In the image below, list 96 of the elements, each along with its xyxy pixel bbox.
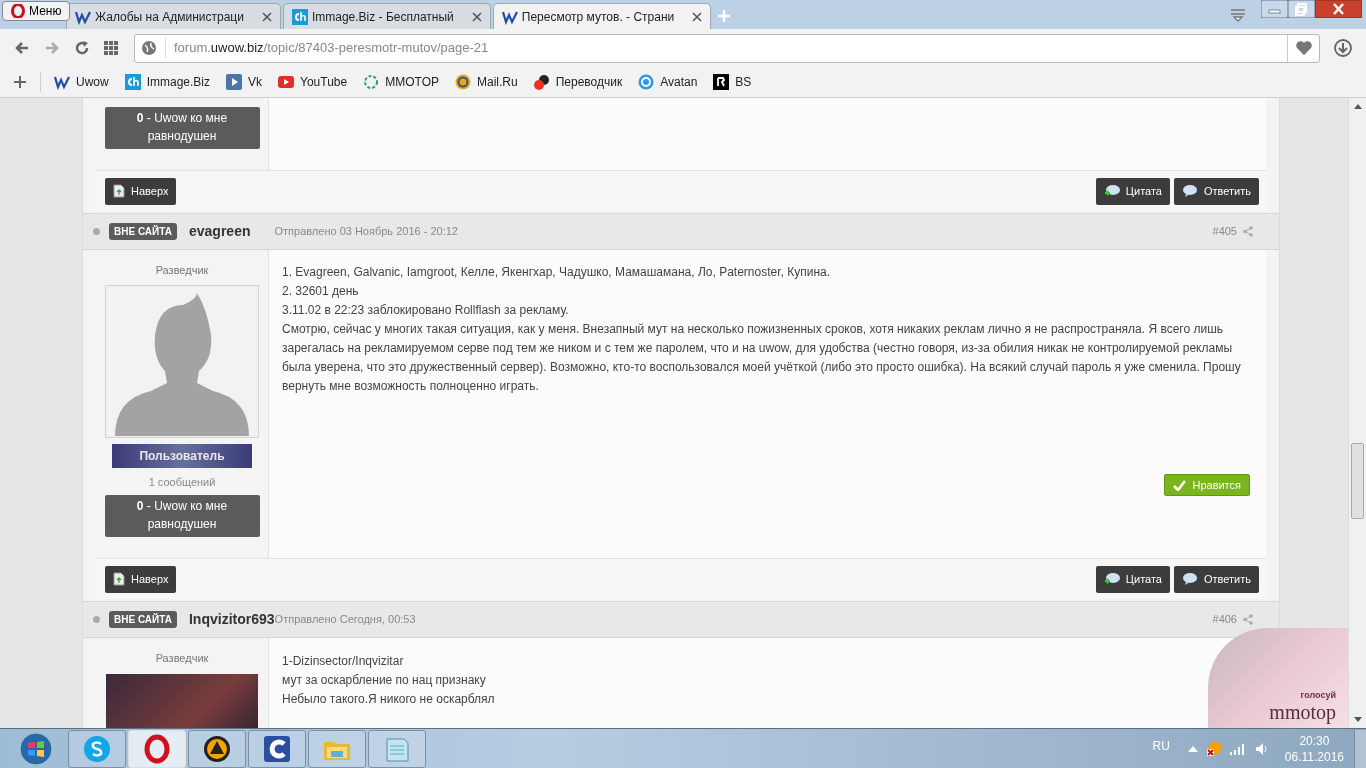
bookmark-link[interactable]: Immage.Biz (124, 73, 211, 91)
youtube-icon (278, 74, 295, 90)
speech-bubble-icon (1103, 572, 1120, 586)
browser-tab[interactable]: Пересмотр мутов. - Страни (492, 3, 712, 29)
bookmark-link[interactable]: Uwow (54, 73, 109, 91)
globe-icon (141, 40, 157, 56)
menu-button[interactable]: Меню (2, 1, 71, 21)
back-to-top-button[interactable]: Наверх (105, 565, 177, 593)
post-text: 1-Dizinsector/Inqvizitar (282, 653, 405, 670)
forward-icon[interactable] (44, 40, 60, 56)
scroll-up-icon[interactable] (1354, 104, 1362, 109)
show-desktop-button[interactable] (1354, 729, 1366, 768)
plus-icon[interactable] (14, 76, 26, 88)
signal-bars-icon[interactable] (1229, 742, 1246, 755)
square-icon (713, 74, 730, 90)
o-logo-icon (11, 4, 25, 18)
document-icon (113, 572, 125, 586)
start-orb-icon[interactable] (18, 730, 54, 767)
s-logo-icon (82, 733, 112, 764)
back-to-top-button[interactable]: Наверх (105, 177, 177, 205)
bookmark-link[interactable]: MMOTOP (363, 73, 439, 91)
bookmark-link[interactable]: Vk (226, 73, 263, 91)
reputation-badge: 0 - Uwow ко мне равнодушен (104, 107, 260, 149)
user-rank: Разведчик (155, 263, 209, 278)
status-badge: ВНЕ САЙТА (109, 611, 177, 628)
close-icon[interactable] (692, 11, 703, 22)
clock-date: 06.11.2016 (1284, 748, 1344, 765)
status-dot-icon (93, 228, 100, 235)
post-text: мут за оскарбление по нац признаку (282, 672, 487, 689)
speech-bubble-icon (1103, 184, 1120, 198)
heart-icon[interactable] (1294, 40, 1313, 56)
quote-button[interactable]: Цитата (1095, 565, 1170, 593)
minimize-icon[interactable] (1261, 0, 1288, 18)
post-text: Смотрю, сейчас у многих такая ситуация, как у меня. Внезапный мут на несколько пожизненных сроков, хотя никаких реклам лично я не распространяла. Я всего лишь зарегалась на рекламируемом серве под тем же ником и с тем же паролем, что и на uwow, для удобства (честно говоря, из-за обилия никак не контролируемой рекламы была уверена, что это дружественный сервер). Возможно, кто-то воспользовался моей учёткой (либо это просто ошибка). На всякий случай пароль я уже сменила. Прошу вернуть мне возможность полноценно играть. (282, 321, 1242, 395)
ring-icon (363, 74, 380, 90)
post-count: 1 сообщений (148, 474, 216, 490)
document-icon (113, 184, 125, 198)
speech-bubble-icon (1181, 572, 1198, 586)
status-badge: ВНЕ САЙТА (109, 223, 177, 240)
reputation-badge: 0 - Uwow ко мне равнодушен (104, 495, 260, 537)
advertisement-banner[interactable]: голосуй mmotop (1208, 628, 1348, 728)
bookmark-link[interactable]: BS (713, 73, 752, 91)
taskbar-button[interactable] (248, 729, 306, 768)
ad-logo-text: mmotop (1269, 702, 1336, 722)
close-icon[interactable] (261, 11, 272, 22)
taskbar-button[interactable] (188, 729, 246, 768)
browser-tab[interactable]: Жалобы на Администраци (66, 3, 281, 29)
user-group-badge: Пользователь (112, 443, 252, 468)
at-icon (455, 74, 471, 90)
bookmark-link[interactable]: Avatan (638, 73, 698, 91)
bookmark-link[interactable]: YouTube (278, 73, 348, 91)
show-hidden-icons-icon[interactable] (1187, 745, 1198, 752)
restore-icon[interactable] (1288, 0, 1315, 18)
close-icon[interactable] (471, 11, 482, 22)
tab-menu-icon[interactable] (1230, 8, 1246, 22)
scrollbar-thumb[interactable] (1351, 443, 1364, 519)
circle-icon (638, 74, 655, 90)
grid-icon[interactable] (104, 41, 118, 55)
reply-button[interactable]: Ответить (1173, 565, 1259, 593)
speech-bubble-icon (1181, 184, 1198, 198)
check-icon (1173, 479, 1187, 491)
post-text: 1. Evagreen, Galvanic, Iamgroot, Келле, Якенгхар, Чадушко, Мамашамана, Ло, Paternoster, Купина. (282, 264, 831, 281)
reload-icon[interactable] (74, 40, 90, 56)
author-name-link[interactable]: evagreen (189, 221, 251, 242)
author-name-link[interactable]: Inqvizitor693 (189, 609, 275, 630)
download-icon[interactable] (1334, 39, 1352, 57)
url-text: forum.uwow.biz/topic/87403-peresmotr-mutov/page-21 (174, 39, 489, 58)
user-rank: Разведчик (155, 651, 209, 666)
bookmark-link[interactable]: Mail.Ru (455, 73, 518, 91)
browser-tab[interactable]: Immage.Biz - Бесплатный (282, 3, 491, 29)
c-logo-icon (262, 733, 292, 764)
speaker-icon[interactable] (1254, 741, 1269, 756)
status-dot-icon (93, 616, 100, 623)
close-window-icon[interactable] (1315, 0, 1362, 18)
o-logo-icon (142, 733, 172, 764)
translate-icon (533, 74, 550, 90)
post-date: Отправлено 03 Ноябрь 2016 - 20:12 (274, 224, 458, 240)
ad-caption: голосуй (1300, 688, 1336, 702)
address-bar[interactable]: forum.uwow.biz/topic/87403-peresmotr-mutov/page-21 (134, 33, 1320, 63)
post-text: 3.11.02 в 22:23 заблокировано Rollflash за рекламу. (282, 302, 570, 319)
tray-app-icon[interactable] (1205, 740, 1222, 757)
back-icon[interactable] (14, 40, 30, 56)
scrollbar[interactable] (1348, 98, 1366, 728)
triangle-logo-icon (202, 733, 232, 764)
scroll-down-icon[interactable] (1354, 717, 1362, 722)
ch-logo-icon (291, 8, 308, 25)
post-text: 2. 32601 день (282, 283, 360, 300)
w-logo-icon (54, 74, 70, 90)
bookmark-link[interactable]: Переводчик (533, 73, 623, 91)
play-icon (226, 74, 243, 90)
post-date: Отправлено Сегодня, 00:53 (274, 612, 416, 626)
clock-time: 20:30 (1299, 732, 1330, 749)
ch-logo-icon (124, 74, 141, 90)
quote-button[interactable]: Цитата (1095, 177, 1170, 205)
reply-button[interactable]: Ответить (1173, 177, 1259, 205)
post-text: Небыло такого.Я никого не оскарблял (282, 691, 496, 708)
